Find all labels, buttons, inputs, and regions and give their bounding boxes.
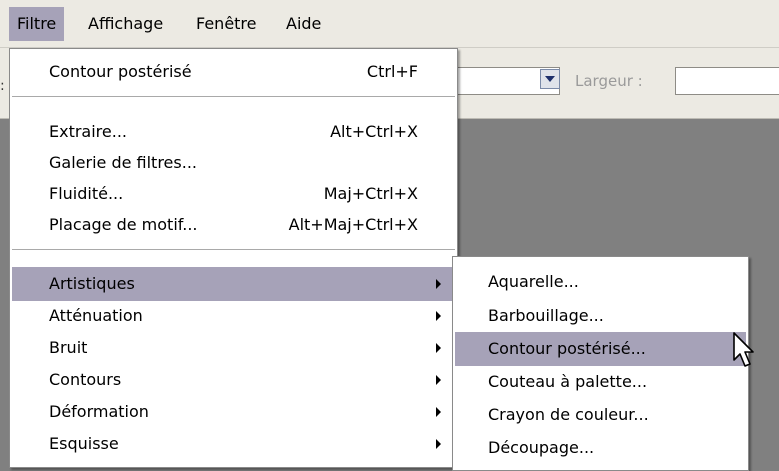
menu-item-label: Contour postérisé...	[488, 339, 646, 358]
menu-item-galerie[interactable]: Galerie de filtres...	[12, 146, 455, 180]
options-bar-fragment: :	[0, 78, 5, 94]
menu-item-deformation[interactable]: Déformation	[12, 395, 455, 429]
menu-item-label: Contours	[49, 370, 122, 389]
submenu-arrow-icon	[436, 407, 441, 417]
menu-item-last-filter[interactable]: Contour postérisé Ctrl+F	[12, 55, 455, 89]
submenu-arrow-icon	[436, 311, 441, 321]
menu-separator	[12, 96, 455, 98]
menu-item-label: Barbouillage...	[488, 306, 604, 325]
menu-aide[interactable]: Aide	[278, 7, 329, 41]
menu-filtre[interactable]: Filtre	[9, 7, 65, 41]
menu-item-artistiques[interactable]: Artistiques	[12, 267, 455, 301]
menu-item-label: Galerie de filtres...	[49, 153, 197, 172]
menu-separator	[12, 249, 455, 251]
largeur-input[interactable]	[675, 67, 779, 95]
menu-item-label: Extraire...	[49, 122, 128, 141]
menu-fenetre[interactable]: Fenêtre	[188, 7, 265, 41]
submenu-arrow-icon	[436, 375, 441, 385]
menu-item-contours[interactable]: Contours	[12, 363, 455, 397]
submenu-item-crayon[interactable]: Crayon de couleur...	[455, 398, 746, 432]
menu-item-label: Découpage...	[488, 438, 595, 457]
menu-item-placage[interactable]: Placage de motif... Alt+Maj+Ctrl+X	[12, 208, 455, 242]
menu-item-label: Artistiques	[49, 274, 135, 293]
submenu-item-couteau[interactable]: Couteau à palette...	[455, 365, 746, 399]
menu-item-bruit[interactable]: Bruit	[12, 331, 455, 365]
menu-item-label: Aquarelle...	[488, 272, 579, 291]
submenu-item-contour-posterise[interactable]: Contour postérisé...	[455, 332, 746, 366]
artistiques-submenu: Aquarelle... Barbouillage... Contour pos…	[452, 256, 749, 471]
menu-item-fluidite[interactable]: Fluidité... Maj+Ctrl+X	[12, 177, 455, 211]
largeur-label: Largeur :	[575, 72, 643, 90]
mouse-pointer-icon	[733, 332, 759, 374]
menu-affichage[interactable]: Affichage	[80, 7, 171, 41]
submenu-item-aquarelle[interactable]: Aquarelle...	[455, 265, 746, 299]
menu-item-attenuation[interactable]: Atténuation	[12, 299, 455, 333]
submenu-arrow-icon	[436, 343, 441, 353]
menu-item-shortcut: Maj+Ctrl+X	[323, 184, 418, 203]
menu-item-label: Placage de motif...	[49, 215, 198, 234]
menu-item-shortcut: Ctrl+F	[366, 62, 418, 81]
menu-item-label: Crayon de couleur...	[488, 405, 649, 424]
menu-bar: Filtre Affichage Fenêtre Aide	[0, 0, 779, 48]
chevron-down-icon[interactable]	[540, 69, 560, 89]
menu-item-label: Bruit	[49, 338, 88, 357]
menu-item-esquisse[interactable]: Esquisse	[12, 427, 455, 461]
submenu-arrow-icon	[436, 439, 441, 449]
filtre-menu: Contour postérisé Ctrl+F Extraire... Alt…	[9, 48, 458, 468]
menu-item-shortcut: Alt+Maj+Ctrl+X	[288, 215, 418, 234]
menu-item-label: Couteau à palette...	[488, 372, 648, 391]
submenu-arrow-icon	[436, 279, 441, 289]
menu-item-shortcut: Alt+Ctrl+X	[330, 122, 418, 141]
menu-item-label: Fluidité...	[49, 184, 124, 203]
menu-item-extraire[interactable]: Extraire... Alt+Ctrl+X	[12, 115, 455, 149]
menu-item-label: Atténuation	[49, 306, 143, 325]
submenu-item-barbouillage[interactable]: Barbouillage...	[455, 299, 746, 333]
menu-item-label: Contour postérisé	[49, 62, 192, 81]
submenu-item-decoupage[interactable]: Découpage...	[455, 431, 746, 465]
menu-item-label: Déformation	[49, 402, 149, 421]
menu-item-label: Esquisse	[49, 434, 119, 453]
